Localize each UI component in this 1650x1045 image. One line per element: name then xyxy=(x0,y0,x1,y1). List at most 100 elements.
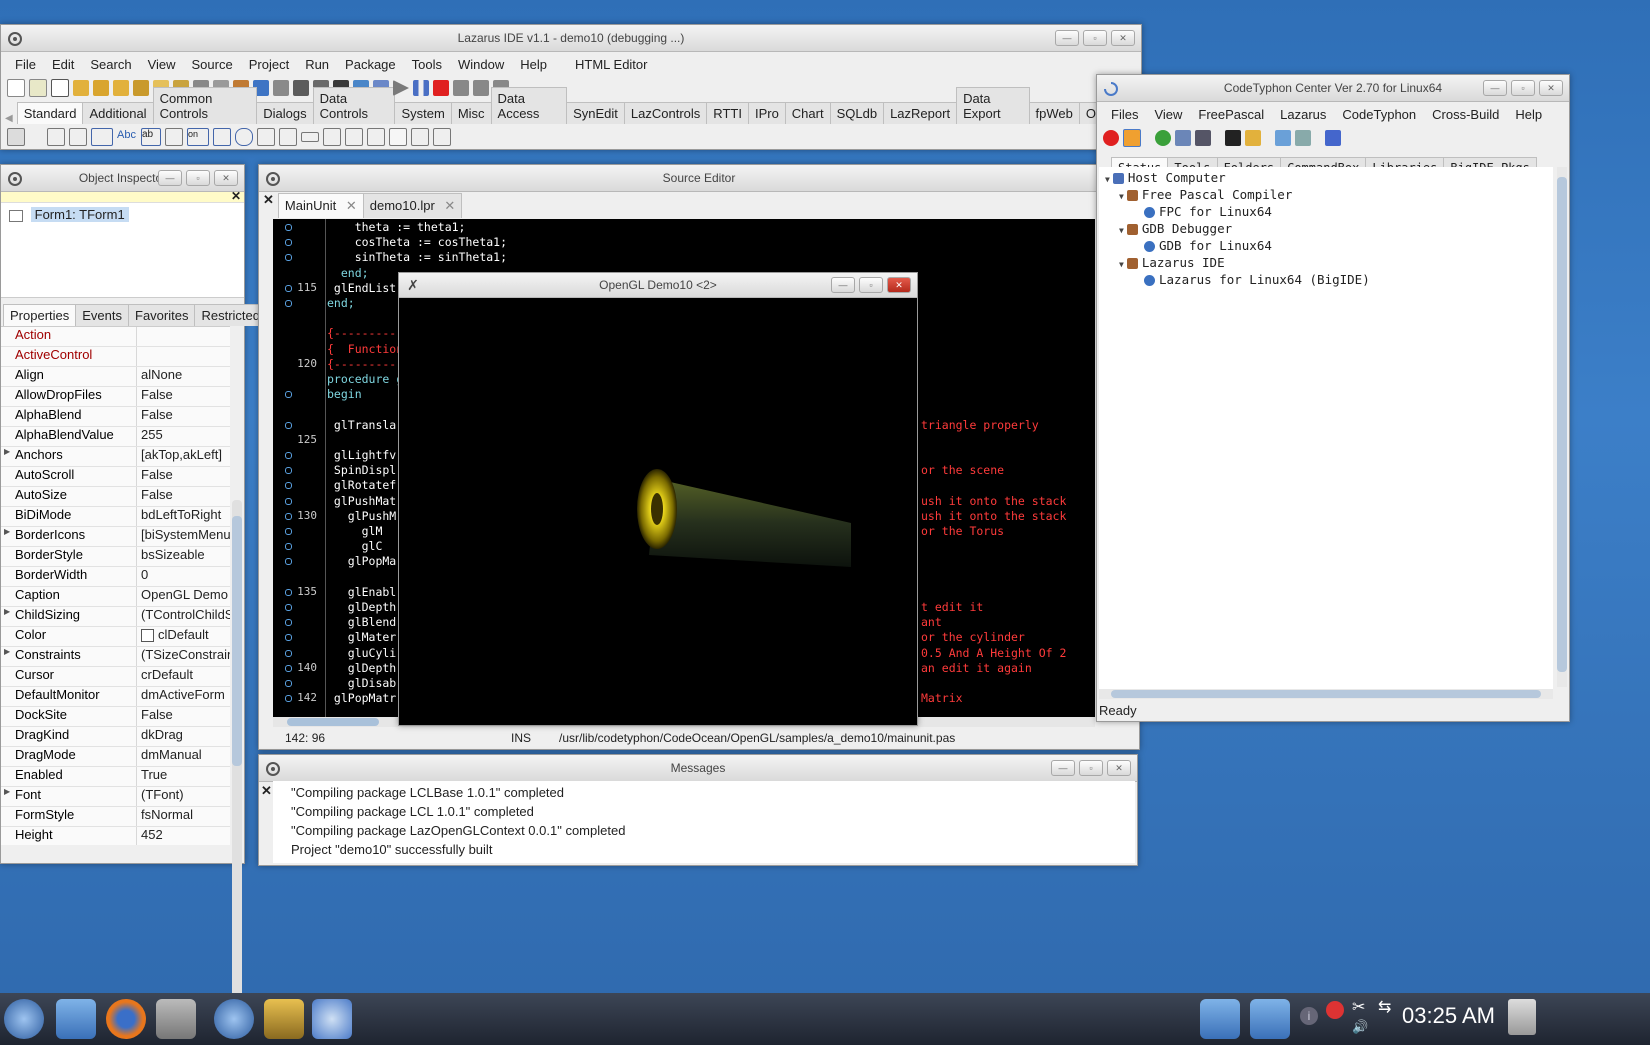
clean-icon[interactable] xyxy=(1195,130,1211,146)
palette-tab-data-access[interactable]: Data Access xyxy=(490,87,568,124)
property-row[interactable]: ActiveControl xyxy=(1,347,230,367)
lazarus-icon[interactable] xyxy=(312,999,352,1039)
code-comment[interactable]: or the scene xyxy=(921,463,1004,478)
tpanel-icon[interactable] xyxy=(389,128,407,146)
code-comment[interactable]: ush it onto the stack xyxy=(921,509,1066,524)
code-line[interactable]: glBlend xyxy=(327,615,396,630)
menu-html-editor[interactable]: HTML Editor xyxy=(567,57,655,72)
palette-tab-sqldb[interactable]: SQLdb xyxy=(829,102,885,124)
build-icon[interactable] xyxy=(1175,130,1191,146)
gutter-line[interactable]: 135 xyxy=(273,585,325,600)
gutter-line[interactable] xyxy=(273,600,325,615)
messages-titlebar[interactable]: Messages — ▫ ✕ xyxy=(259,755,1137,782)
minimize-button[interactable]: — xyxy=(158,170,182,186)
step-into-icon[interactable] xyxy=(453,80,469,96)
tree-item-form1[interactable]: Form1: TForm1 xyxy=(30,207,129,222)
code-line[interactable]: glMater xyxy=(327,630,396,645)
breakpoint-marker-icon[interactable] xyxy=(285,695,292,703)
gutter-line[interactable] xyxy=(273,266,325,281)
maximize-button[interactable]: ▫ xyxy=(859,277,883,293)
code-line[interactable]: theta := theta1; xyxy=(327,220,466,235)
menu-run[interactable]: Run xyxy=(297,57,337,72)
screenshot-icon[interactable] xyxy=(156,999,196,1039)
message-item[interactable]: Project "demo10" successfully built xyxy=(291,840,1135,859)
close-button[interactable]: ✕ xyxy=(1539,80,1563,96)
breakpoint-marker-icon[interactable] xyxy=(285,588,292,596)
gutter-line[interactable] xyxy=(273,646,325,661)
new-form-icon[interactable] xyxy=(29,79,47,97)
tree-node[interactable]: Lazarus for Linux64 (BigIDE) xyxy=(1099,271,1553,288)
palette-tab-fpweb[interactable]: fpWeb xyxy=(1028,102,1080,124)
code-comment[interactable]: t edit it xyxy=(921,600,983,615)
tcombobox-icon[interactable] xyxy=(279,128,297,146)
gutter-line[interactable]: 130 xyxy=(273,509,325,524)
code-line[interactable]: glDisab xyxy=(327,676,396,691)
tab-properties[interactable]: Properties xyxy=(3,304,77,326)
code-line[interactable]: glDepth xyxy=(327,661,396,676)
scrollbar-thumb[interactable] xyxy=(1557,177,1567,672)
gutter-line[interactable] xyxy=(273,463,325,478)
property-value[interactable]: dmActiveForm xyxy=(136,687,230,706)
gutter-line[interactable] xyxy=(273,296,325,311)
gutter-line[interactable] xyxy=(273,554,325,569)
tree-node[interactable]: ▼ GDB Debugger xyxy=(1099,220,1553,237)
palette-tab-dialogs[interactable]: Dialogs xyxy=(256,102,314,124)
property-row[interactable]: Action xyxy=(1,327,230,347)
tactionlist-icon[interactable] xyxy=(433,128,451,146)
menu-freepascal[interactable]: FreePascal xyxy=(1190,107,1272,122)
property-row[interactable]: AutoSize False xyxy=(1,487,230,507)
scrollbar-thumb[interactable] xyxy=(287,718,379,726)
property-row[interactable]: BorderStyle bsSizeable xyxy=(1,547,230,567)
property-row[interactable]: Align alNone xyxy=(1,367,230,387)
property-value[interactable]: False xyxy=(136,407,230,426)
property-value[interactable]: (TSizeConstrain xyxy=(136,647,230,666)
code-line[interactable]: glM xyxy=(327,524,383,539)
editor-titlebar[interactable]: Source Editor xyxy=(259,165,1139,192)
property-row[interactable]: ▶ BorderIcons [biSystemMenu xyxy=(1,527,230,547)
property-value[interactable]: False xyxy=(136,387,230,406)
property-grid-scrollbar[interactable] xyxy=(232,500,242,1015)
property-value[interactable]: True xyxy=(136,767,230,786)
tbutton-icon[interactable] xyxy=(91,128,113,146)
breakpoint-marker-icon[interactable] xyxy=(285,634,292,642)
code-line[interactable]: {---------- xyxy=(327,357,403,372)
folder-icon[interactable] xyxy=(1245,130,1261,146)
ide-titlebar[interactable]: Lazarus IDE v1.1 - demo10 (debugging ...… xyxy=(1,25,1141,52)
gutter-line[interactable]: 120 xyxy=(273,357,325,372)
gutter-line[interactable] xyxy=(273,676,325,691)
open-icon[interactable] xyxy=(73,80,89,96)
menu-source[interactable]: Source xyxy=(184,57,241,72)
breakpoint-marker-icon[interactable] xyxy=(285,664,292,672)
tree-vscrollbar[interactable] xyxy=(1557,167,1567,687)
breakpoint-marker-icon[interactable] xyxy=(285,284,292,292)
menu-package[interactable]: Package xyxy=(337,57,404,72)
close-icon[interactable]: ✕ xyxy=(231,189,241,203)
close-icon[interactable]: ✕ xyxy=(263,192,274,208)
open-recent-icon[interactable] xyxy=(93,80,109,96)
palette-tab-data-controls[interactable]: Data Controls xyxy=(312,87,396,124)
property-value[interactable]: alNone xyxy=(136,367,230,386)
tradiogroup-icon[interactable] xyxy=(345,128,363,146)
gutter-line[interactable] xyxy=(273,311,325,326)
lazarus-icon[interactable] xyxy=(1325,130,1341,146)
property-value[interactable]: bsSizeable xyxy=(136,547,230,566)
save-all-icon[interactable] xyxy=(133,80,149,96)
property-row[interactable]: Color clDefault xyxy=(1,627,230,647)
tab-mainunit[interactable]: MainUnit ✕ xyxy=(277,193,364,218)
tlistbox-icon[interactable] xyxy=(257,128,275,146)
menu-window[interactable]: Window xyxy=(450,57,512,72)
expand-arrow-icon[interactable]: ▼ xyxy=(1119,226,1124,235)
stop-icon[interactable] xyxy=(1103,130,1119,146)
expand-arrow-icon[interactable]: ▼ xyxy=(1105,175,1110,184)
property-row[interactable]: DockSite False xyxy=(1,707,230,727)
menu-tools[interactable]: Tools xyxy=(404,57,450,72)
breakpoint-marker-icon[interactable] xyxy=(285,649,292,657)
breakpoint-marker-icon[interactable] xyxy=(285,543,292,551)
code-line[interactable]: end; xyxy=(327,296,355,311)
scissors-icon[interactable]: ✂ xyxy=(1352,997,1365,1017)
property-value[interactable]: crDefault xyxy=(136,667,230,686)
code-line[interactable]: { Function xyxy=(327,342,403,357)
palette-tab-synedit[interactable]: SynEdit xyxy=(566,102,625,124)
tree-node[interactable]: ▼ Host Computer xyxy=(1099,169,1553,186)
palette-tab-system[interactable]: System xyxy=(394,102,452,124)
